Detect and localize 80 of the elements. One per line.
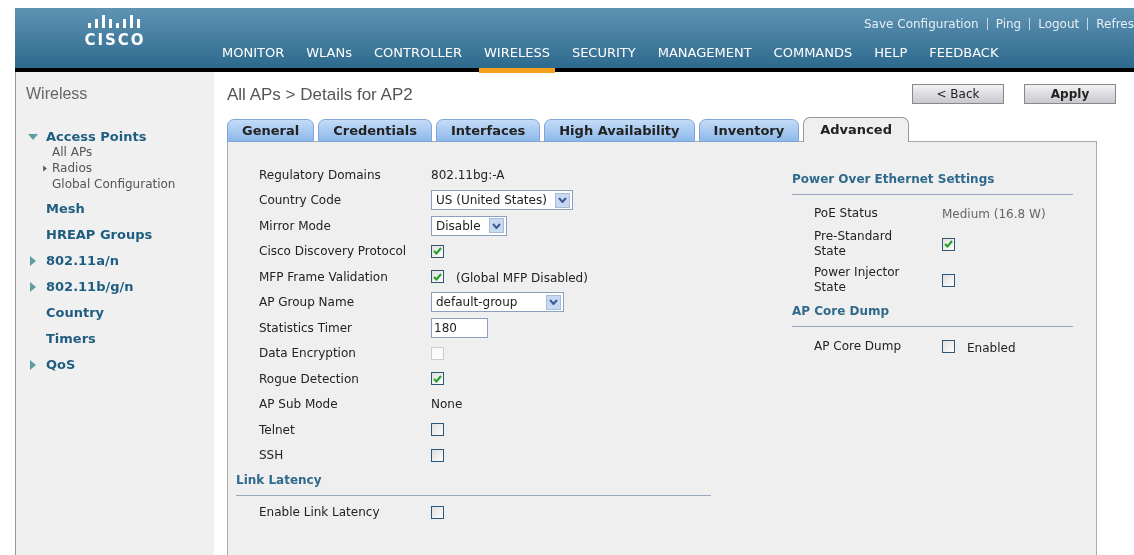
sidebar-title: Wireless <box>26 84 89 104</box>
tab[interactable]: General <box>227 119 315 142</box>
field-label: Regulatory Domains <box>259 166 382 184</box>
sidebar-subitem[interactable]: Global Configuration <box>52 175 176 193</box>
nav-tab[interactable]: FEEDBACK <box>929 44 999 73</box>
checkbox[interactable] <box>431 423 444 437</box>
field-label: Statistics Timer <box>259 319 353 337</box>
nav-tab[interactable]: WIRELESS <box>479 44 555 73</box>
section-heading: Link Latency <box>236 471 711 496</box>
field-label: AP Sub Mode <box>259 396 339 414</box>
tab[interactable]: Inventory <box>698 119 800 142</box>
checkmark-icon <box>433 272 442 281</box>
nav-tab[interactable]: COMMANDS <box>773 44 853 73</box>
header-link[interactable]: Save Configuration <box>864 15 979 33</box>
field-label: Enable Link Latency <box>259 504 381 521</box>
field-label: AP Core Dump <box>814 339 902 354</box>
header-link[interactable]: Ping <box>995 15 1022 33</box>
sidebar-item[interactable]: Mesh <box>46 199 85 219</box>
checkbox[interactable] <box>942 340 955 353</box>
field-label: PoE Status <box>814 206 879 221</box>
checkbox[interactable] <box>431 244 444 258</box>
note-text: Enabled <box>967 340 1016 357</box>
header-link[interactable]: Refres <box>1096 15 1134 33</box>
tab[interactable]: Advanced <box>803 117 909 142</box>
field-label: SSH <box>259 447 285 465</box>
field-label: Rogue Detection <box>259 370 360 388</box>
caret-icon[interactable] <box>549 299 558 306</box>
section-heading: AP Core Dump <box>792 302 1073 327</box>
value-text: Medium (16.8 W) <box>942 205 1046 223</box>
checkbox[interactable] <box>942 237 955 251</box>
sidebar-item[interactable]: Country <box>46 303 105 323</box>
dropdown[interactable]: US (United States) <box>431 190 573 211</box>
collapsed-triangle-icon[interactable] <box>42 164 48 172</box>
apply-button[interactable]: Apply <box>1024 84 1116 104</box>
sidebar-subitem[interactable]: Radios <box>52 159 92 177</box>
field-label: Cisco Discovery Protocol <box>259 243 408 261</box>
tab[interactable]: High Availability <box>544 119 695 142</box>
checkbox[interactable] <box>431 505 444 519</box>
checkmark-icon <box>433 247 442 256</box>
nav-tab[interactable]: SECURITY <box>571 44 636 73</box>
page-title: All APs > Details for AP2 <box>227 84 414 106</box>
tab[interactable]: Interfaces <box>436 119 541 142</box>
field-label: Mirror Mode <box>259 217 332 235</box>
field-label: Pre-Standard State <box>814 229 893 259</box>
sidebar-item[interactable]: 802.11a/n <box>46 251 119 271</box>
logo-text: CISCO <box>84 33 146 48</box>
dropdown[interactable]: Disable <box>431 215 507 236</box>
section-heading: Power Over Ethernet Settings <box>792 170 1073 195</box>
checkbox[interactable] <box>431 372 444 386</box>
field-label: Power Injector State <box>814 265 901 295</box>
field-label: Telnet <box>259 421 296 439</box>
checkmark-icon <box>433 374 442 383</box>
input-field[interactable]: 180 <box>431 317 488 338</box>
header-link[interactable]: Logout <box>1038 15 1080 33</box>
sidebar-item[interactable]: 802.11b/g/n <box>46 277 134 297</box>
sidebar-item[interactable]: HREAP Groups <box>46 225 153 245</box>
tab[interactable]: Credentials <box>318 119 432 142</box>
nav-tab[interactable]: WLANs <box>306 44 352 73</box>
expanded-triangle-icon[interactable] <box>28 132 38 142</box>
sidebar-item[interactable]: Timers <box>46 329 96 349</box>
nav-tab[interactable]: CONTROLLER <box>374 44 462 73</box>
nav-tab[interactable]: MONITOR <box>222 44 285 73</box>
value-text: 802.11bg:-A <box>431 166 505 184</box>
field-label: AP Group Name <box>259 294 355 312</box>
checkbox[interactable] <box>431 448 444 462</box>
caret-icon[interactable] <box>557 197 567 204</box>
field-label: Data Encryption <box>259 345 357 363</box>
field-label: MFP Frame Validation <box>259 268 389 286</box>
dropdown[interactable]: default-group <box>431 292 564 313</box>
checkbox[interactable] <box>431 270 444 284</box>
nav-tab[interactable]: HELP <box>874 44 908 73</box>
nav-tab[interactable]: MANAGEMENT <box>657 44 752 73</box>
sidebar-item[interactable]: QoS <box>46 355 76 375</box>
caret-icon[interactable] <box>491 222 501 229</box>
note-text: (Global MFP Disabled) <box>456 270 588 288</box>
checkbox[interactable] <box>942 273 955 287</box>
value-text: None <box>431 396 463 414</box>
checkmark-icon <box>944 240 953 248</box>
field-label: Country Code <box>259 192 343 210</box>
back-button[interactable]: < Back <box>912 84 1004 104</box>
